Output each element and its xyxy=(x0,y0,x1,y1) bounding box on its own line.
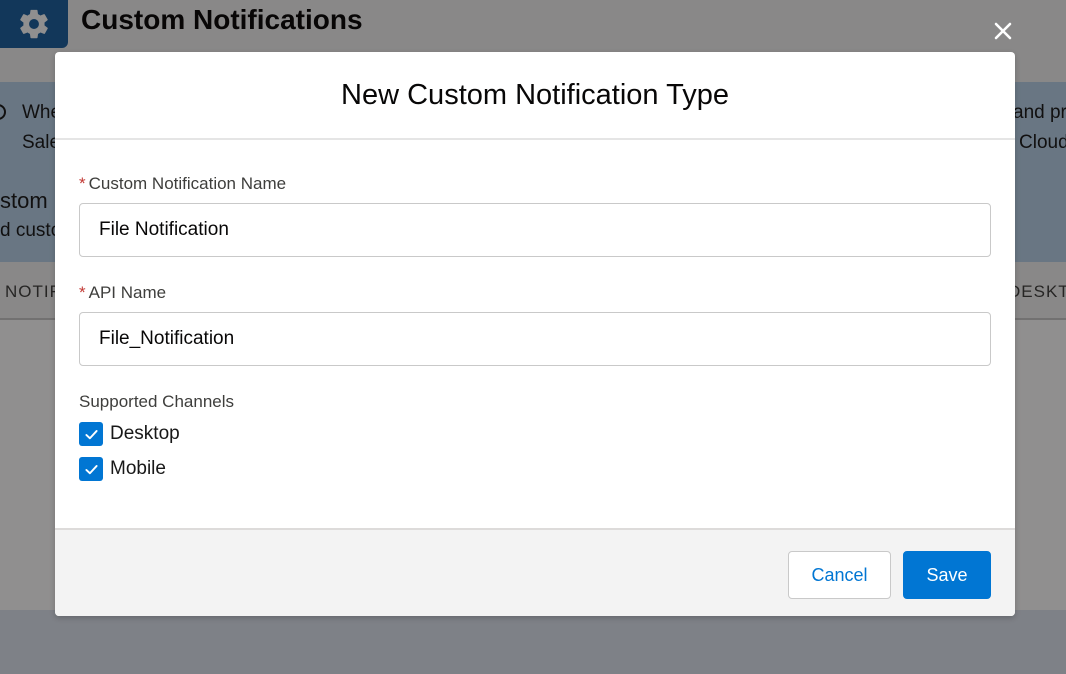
check-icon xyxy=(84,464,98,474)
modal-body: * Custom Notification Name * API Name Su… xyxy=(55,140,1015,528)
modal-footer: Cancel Save xyxy=(55,528,1015,616)
notification-name-input[interactable] xyxy=(79,203,991,257)
required-indicator: * xyxy=(79,283,86,302)
close-modal-button[interactable] xyxy=(988,16,1018,46)
channel-desktop-option[interactable]: Desktop xyxy=(79,422,991,446)
notification-name-label-text: Custom Notification Name xyxy=(88,174,287,193)
notification-name-label: * Custom Notification Name xyxy=(79,174,991,194)
mobile-checkbox-label: Mobile xyxy=(110,458,166,479)
close-icon xyxy=(994,22,1012,40)
modal-title: New Custom Notification Type xyxy=(341,78,729,111)
notification-name-field: * Custom Notification Name xyxy=(79,174,991,257)
save-button[interactable]: Save xyxy=(903,551,991,599)
api-name-label: * API Name xyxy=(79,283,991,303)
api-name-input[interactable] xyxy=(79,312,991,366)
api-name-label-text: API Name xyxy=(88,283,167,302)
new-notification-modal: New Custom Notification Type * Custom No… xyxy=(55,52,1015,616)
desktop-checkbox[interactable] xyxy=(79,422,103,446)
channel-mobile-option[interactable]: Mobile xyxy=(79,457,991,481)
cancel-button[interactable]: Cancel xyxy=(788,551,891,599)
desktop-checkbox-label: Desktop xyxy=(110,423,180,444)
modal-header: New Custom Notification Type xyxy=(55,52,1015,140)
required-indicator: * xyxy=(79,174,86,193)
check-icon xyxy=(84,429,98,439)
api-name-field: * API Name xyxy=(79,283,991,366)
supported-channels-label: Supported Channels xyxy=(79,392,235,411)
mobile-checkbox[interactable] xyxy=(79,457,103,481)
